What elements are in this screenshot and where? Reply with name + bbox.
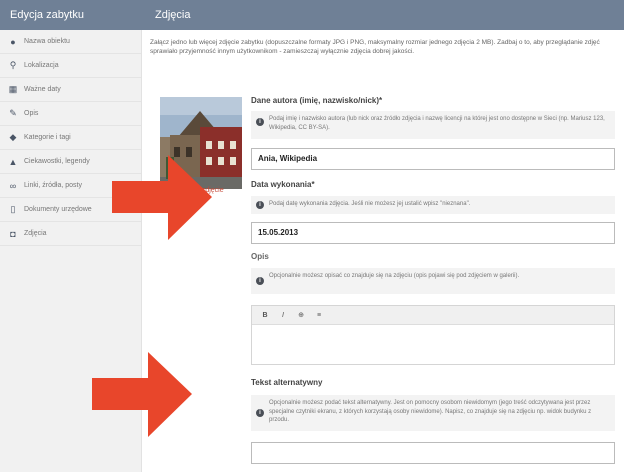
sidebar-item-label: Linki, źródła, posty [24,182,82,189]
pointer-icon: ▲ [8,156,18,167]
author-label: Dane autora (imię, nazwisko/nick)* [251,96,383,105]
calendar-icon: ▦ [8,84,18,94]
sidebar-item-daty[interactable]: ▦ Ważne daty [0,78,141,102]
arrow-pointer-top [112,155,212,240]
sidebar-item-lokalizacja[interactable]: ⚲ Lokalizacja [0,54,141,78]
author-input[interactable]: Ania, Wikipedia [251,148,615,170]
info-icon: i [256,409,264,417]
sidebar-item-label: Opis [24,110,39,117]
date-input[interactable]: 15.05.2013 [251,222,615,244]
description-label: Opis [251,252,269,261]
info-icon: i [256,277,264,285]
sidebar-item-label: Ważne daty [24,86,61,93]
bold-button[interactable]: B [260,312,270,319]
document-icon: ▯ [10,204,16,214]
description-hint-text: Opcjonalnie możesz opisać co znajduje si… [269,273,520,279]
author-hint: i Podaj imię i nazwisko autora (lub nick… [251,111,615,139]
editor-toolbar: B I ⊕ ≡ [252,306,614,325]
link-icon: ∞ [9,180,17,191]
circle-icon: ● [10,36,16,47]
description-hint: i Opcjonalnie możesz opisać co znajduje … [251,268,615,294]
alt-text-hint-text: Opcjonalnie możesz podać tekst alternaty… [269,400,592,423]
sidebar-title: Edycja zabytku [0,0,141,30]
alt-text-input[interactable] [251,442,615,464]
sidebar-item-label: Kategorie i tagi [24,134,71,141]
sidebar-item-opis[interactable]: ✎ Opis [0,102,141,126]
sidebar-item-label: Nazwa obiektu [24,38,70,45]
date-hint-text: Podaj datę wykonania zdjęcia. Jeśli nie … [269,201,471,207]
info-icon: i [256,118,264,126]
sidebar-item-label: Zdjęcia [24,230,47,237]
list-button[interactable]: ≡ [314,312,324,319]
pin-icon: ⚲ [9,60,17,70]
italic-button[interactable]: I [278,312,288,319]
page-title: Zdjęcia [155,9,191,21]
author-hint-text: Podaj imię i nazwisko autora (lub nick o… [269,116,605,131]
link-button[interactable]: ⊕ [296,311,306,319]
tag-icon: ◆ [9,132,17,142]
sidebar-item-label: Dokumenty urzędowe [24,206,92,213]
sidebar-item-label: Ciekawostki, legendy [24,158,90,165]
edit-icon: ✎ [9,108,17,118]
date-label: Data wykonania* [251,180,315,189]
alt-text-hint: i Opcjonalnie możesz podać tekst alterna… [251,395,615,431]
alt-text-label: Tekst alternatywny [251,378,323,387]
sidebar-item-kategorie[interactable]: ◆ Kategorie i tagi [0,126,141,150]
main-header: Zdjęcia [141,0,624,30]
info-icon: i [256,201,264,209]
arrow-pointer-bottom [92,352,192,437]
sidebar-item-nazwa[interactable]: ● Nazwa obiektu [0,30,141,54]
camera-icon: ◘ [10,228,16,239]
intro-text: Załącz jedno lub więcej zdjęcie zabytku … [150,39,600,55]
date-hint: i Podaj datę wykonania zdjęcia. Jeśli ni… [251,196,615,214]
sidebar-item-label: Lokalizacja [24,62,59,69]
description-editor[interactable]: B I ⊕ ≡ [251,305,615,365]
